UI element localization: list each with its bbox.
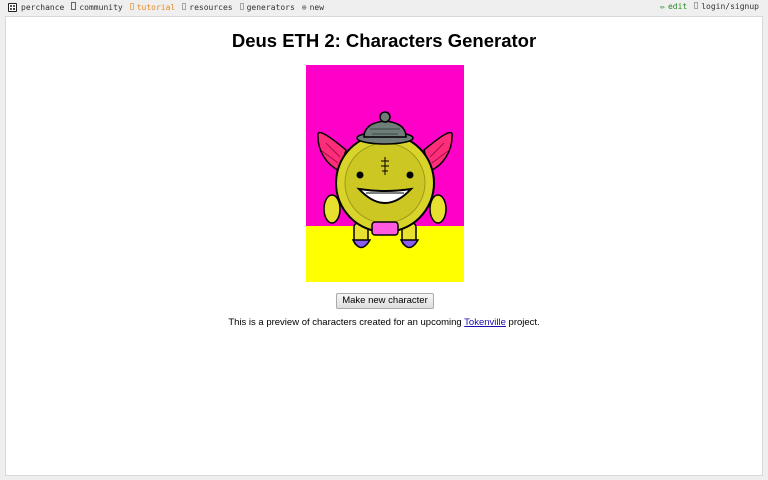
- right-eye: [406, 171, 414, 179]
- caption-prefix: This is a preview of characters created …: [228, 317, 465, 328]
- make-new-character-button[interactable]: Make new character: [336, 293, 434, 309]
- robot-character-image: [306, 65, 464, 282]
- belt-buckle: [371, 221, 399, 236]
- chat-icon: [71, 2, 77, 13]
- pencil-icon: ✏: [660, 2, 665, 11]
- folder-icon: [182, 2, 187, 13]
- left-arm: [323, 194, 341, 224]
- nav-community[interactable]: community: [71, 2, 123, 13]
- caption: This is a preview of characters created …: [6, 317, 762, 328]
- top-nav-left: perchance community tutorial resources g…: [8, 2, 331, 13]
- book-icon: [129, 2, 134, 13]
- nav-tutorial-label: tutorial: [136, 2, 176, 12]
- nav-perchance-label: perchance: [21, 2, 65, 12]
- user-icon: [694, 2, 699, 12]
- top-nav-bar: perchance community tutorial resources g…: [0, 0, 768, 16]
- nav-resources[interactable]: resources: [182, 2, 233, 13]
- top-nav-right: ✏ edit login/signup: [660, 2, 759, 12]
- caption-suffix: project.: [505, 317, 540, 328]
- dice-icon: [8, 3, 17, 12]
- nav-perchance[interactable]: perchance: [8, 3, 64, 13]
- plus-circle-icon: ⊕: [301, 2, 307, 12]
- nav-new[interactable]: ⊕ new: [302, 3, 324, 13]
- nav-tutorial[interactable]: tutorial: [129, 2, 176, 13]
- head-inner: [344, 142, 426, 224]
- nav-resources-label: resources: [189, 2, 233, 12]
- nav-edit[interactable]: ✏ edit: [660, 2, 687, 12]
- nav-login[interactable]: login/signup: [694, 2, 759, 12]
- right-arm: [429, 194, 447, 224]
- nav-generators[interactable]: generators: [239, 2, 295, 13]
- left-eye: [356, 171, 364, 179]
- list-icon: [239, 2, 244, 13]
- nav-new-label: new: [309, 2, 325, 12]
- nav-generators-label: generators: [246, 2, 295, 12]
- page-title: Deus ETH 2: Characters Generator: [231, 30, 537, 51]
- nav-community-label: community: [79, 2, 123, 12]
- main-panel: Deus ETH 2: Characters Generator Make ne…: [5, 16, 763, 476]
- nav-login-label: login/signup: [701, 2, 759, 11]
- tokenville-link[interactable]: Tokenville: [464, 317, 506, 328]
- nav-edit-label: edit: [667, 2, 688, 11]
